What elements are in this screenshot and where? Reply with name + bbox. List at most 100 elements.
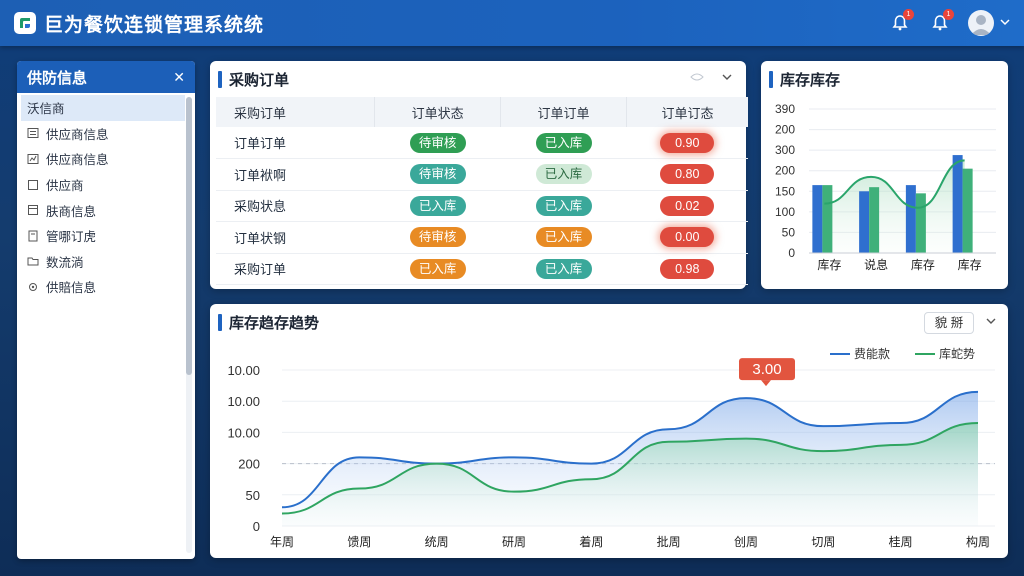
table-row[interactable]: 采购状息 已入库 已入库 0.02 — [216, 190, 748, 222]
box-icon — [27, 179, 39, 191]
column-header[interactable]: 采购订单 — [216, 97, 376, 127]
status-badge: 已入库 — [409, 258, 466, 279]
callout-label: 3.00 — [752, 361, 781, 378]
state-badge: 已入库 — [535, 227, 592, 248]
x-tick-label: 着周 — [579, 534, 603, 549]
x-tick-label: 库存 — [911, 257, 935, 272]
column-header[interactable]: 订单状态 — [374, 97, 502, 127]
sidebar-item-label: 沃信商 — [27, 102, 65, 117]
state-badge: 已入库 — [535, 195, 592, 216]
chevron-down-icon[interactable] — [722, 71, 732, 85]
chart-icon — [27, 153, 39, 165]
order-state-cell: 已入库 — [500, 127, 627, 159]
order-value-cell: 0.00 — [626, 221, 748, 254]
x-tick-label: 库存 — [958, 257, 982, 272]
value-badge: 0.02 — [660, 195, 715, 216]
inventory-bar-chart: 0 50 100 150 200 300 200 390 库存 说息 库存 库存 — [775, 102, 996, 272]
doc-icon — [27, 230, 39, 242]
panel-title: 采购订单 — [218, 69, 289, 90]
order-state-cell: 已入库 — [500, 158, 627, 191]
order-state-cell: 已入库 — [500, 190, 627, 222]
order-status-cell: 待审核 — [374, 127, 501, 159]
y-tick-label: 50 — [246, 488, 260, 503]
y-tick-label: 150 — [775, 184, 795, 198]
notification-bell-icon[interactable]: 1 — [888, 9, 914, 35]
legend-label: 库蛇势 — [939, 346, 975, 361]
chevron-down-icon[interactable] — [1000, 17, 1010, 30]
y-tick-label: 390 — [775, 102, 795, 116]
bar — [869, 187, 880, 253]
state-badge: 已入库 — [535, 258, 592, 279]
y-tick-label: 0 — [253, 519, 260, 534]
y-tick-label: 0 — [788, 246, 795, 260]
value-badge: 0.90 — [660, 132, 715, 153]
bar — [859, 191, 870, 253]
x-tick-label: 年周 — [270, 535, 294, 549]
user-avatar[interactable] — [968, 10, 994, 36]
status-badge: 待审核 — [409, 132, 466, 153]
status-badge: 待审核 — [409, 164, 466, 185]
x-tick-label: 批周 — [657, 534, 681, 549]
top-bar: 巨为餐饮连锁管理系统统 1 1 — [0, 0, 1024, 46]
sidebar-item[interactable]: 沃信商 — [21, 95, 185, 121]
orders-title: 采购订单 — [229, 72, 290, 89]
alert-bell-icon[interactable]: 1 — [928, 9, 954, 35]
order-name: 订单状钢 — [216, 221, 375, 254]
orders-table: 采购订单 订单状态 订单订单 订单订态 订单订单 待审核 已入库 0.90 订单袱啊 待审… — [216, 97, 748, 285]
sidebar-item[interactable]: 供应商 — [21, 172, 185, 198]
gear-icon — [27, 281, 39, 293]
box-icon — [27, 204, 39, 216]
sidebar-item[interactable]: 供賠信息 — [21, 274, 185, 300]
x-tick-label: 统周 — [425, 535, 449, 549]
status-badge: 待审核 — [409, 227, 466, 248]
x-tick-label: 研周 — [502, 535, 526, 549]
y-tick-label: 200 — [238, 457, 260, 472]
order-name: 订单袱啊 — [216, 158, 375, 191]
order-state-cell: 已入库 — [500, 253, 627, 285]
y-tick-label: 300 — [775, 143, 795, 157]
inventory-trend-chart: 0 50 200 10.00 10.00 10.00 年周 馈周 统周 研周 着周 批周 创周 切周 桂周 构… — [227, 346, 995, 549]
close-icon[interactable]: ✕ — [173, 69, 185, 86]
sidebar-item-label: 供应商 — [46, 179, 84, 194]
y-tick-label: 10.00 — [227, 425, 260, 440]
state-badge: 已入库 — [535, 132, 592, 153]
eye-icon[interactable] — [690, 71, 704, 85]
state-badge: 已入库 — [535, 164, 592, 185]
sidebar-item[interactable]: 数流淌 — [21, 249, 185, 275]
sidebar-item[interactable]: 供应商信息 — [21, 121, 185, 147]
x-tick-label: 说息 — [864, 257, 888, 272]
inventory-trend-panel: 库存趋存趋势 貌 掰 0 50 200 10.00 10.00 10.00 年周 馈周 统周 研周… — [210, 304, 1008, 558]
table-row[interactable]: 订单状钢 待审核 已入库 0.00 — [216, 221, 748, 254]
alert-badge: 1 — [943, 9, 954, 20]
callout-pointer — [761, 380, 771, 387]
sidebar: 供防信息 ✕ 沃信商 供应商信息 供应商信息 供应商 肤商信息 管哪订虎 数流淌 — [17, 61, 195, 559]
sidebar-item[interactable]: 管哪订虎 — [21, 223, 185, 249]
x-tick-label: 构周 — [966, 534, 990, 549]
x-tick-label: 切周 — [811, 535, 835, 549]
y-tick-label: 100 — [775, 205, 795, 219]
bar — [952, 155, 963, 253]
order-state-cell: 已入库 — [500, 221, 627, 254]
order-status-cell: 待审核 — [374, 158, 501, 191]
y-tick-label: 10.00 — [227, 363, 260, 378]
bar — [822, 185, 833, 253]
table-row[interactable]: 订单袱啊 待审核 已入库 0.80 — [216, 158, 748, 191]
table-row[interactable]: 订单订单 待审核 已入库 0.90 — [216, 127, 748, 159]
bar — [915, 193, 926, 253]
order-value-cell: 0.80 — [626, 158, 748, 191]
column-header[interactable]: 订单订态 — [626, 97, 748, 127]
sidebar-item-label: 肤商信息 — [46, 204, 97, 219]
order-name: 订单订单 — [216, 127, 375, 159]
app-logo-icon — [14, 12, 36, 34]
app-title: 巨为餐饮连锁管理系统统 — [44, 14, 265, 36]
sidebar-item[interactable]: 供应商信息 — [21, 146, 185, 172]
sidebar-scrollbar[interactable] — [186, 97, 192, 553]
sidebar-header: 供防信息 ✕ — [17, 61, 195, 93]
column-header[interactable]: 订单订单 — [500, 97, 628, 127]
order-value-cell: 0.02 — [626, 190, 748, 222]
table-row[interactable]: 采购订单 已入库 已入库 0.98 — [216, 253, 748, 285]
order-status-cell: 已入库 — [374, 190, 501, 222]
sidebar-item-label: 数流淌 — [46, 255, 84, 270]
sidebar-item[interactable]: 肤商信息 — [21, 197, 185, 223]
order-status-cell: 待审核 — [374, 221, 501, 254]
